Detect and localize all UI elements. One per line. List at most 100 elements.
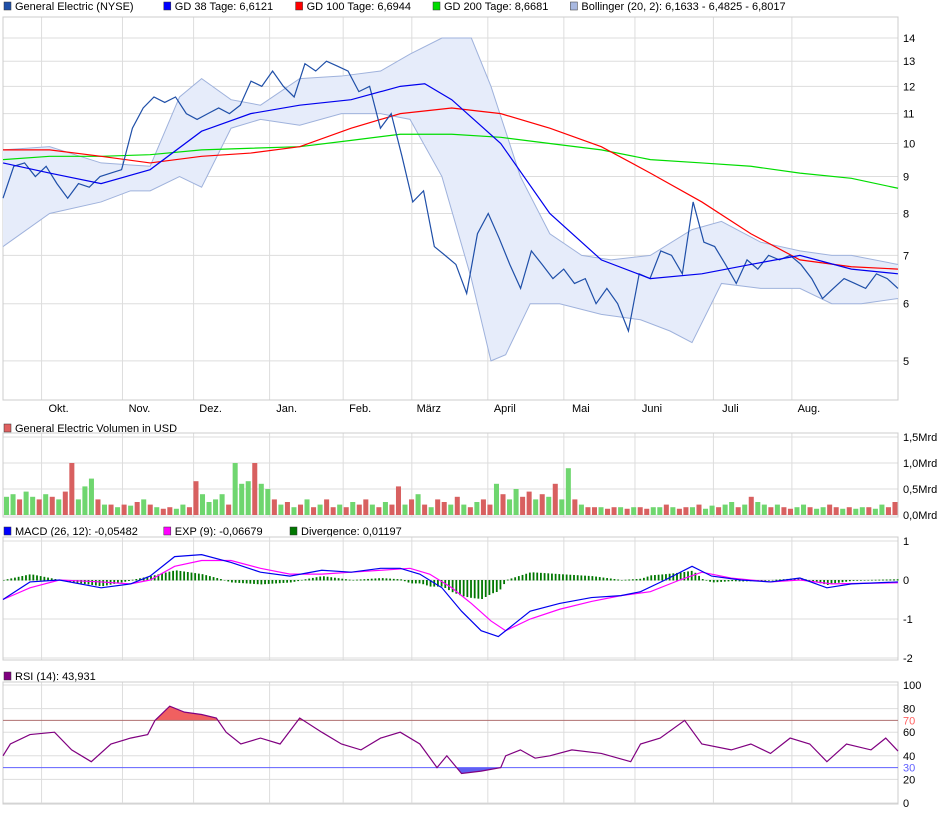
month-label: April [494,403,516,415]
divergence-bar [161,573,163,580]
divergence-bar [191,573,193,581]
volume-bar [109,505,114,515]
volume-bar [723,505,728,515]
volume-bar [337,505,342,515]
divergence-bar [253,580,255,584]
divergence-bar [386,578,388,580]
divergence-bar [731,580,733,581]
divergence-bar [735,580,737,581]
divergence-bar [566,575,568,581]
divergence-bar [511,578,513,580]
volume-bar [69,463,74,515]
divergence-bar [404,580,406,581]
divergence-bar [772,580,774,581]
divergence-bar [249,580,251,584]
volume-bar [4,497,9,515]
legend-rsi-label: RSI (14): 43,931 [15,671,96,683]
volume-bar [128,506,133,515]
volume-bar [161,509,166,515]
divergence-bar [588,576,590,581]
volume-bar [17,499,22,515]
volume-bar [311,507,316,515]
volume-bar [598,507,603,515]
divergence-bar [272,580,274,584]
divergence-bar [312,578,314,581]
volume-bar [95,499,100,515]
volume-bar [468,507,473,515]
volume-tick-label: 1,5Mrd [903,432,937,444]
divergence-bar [319,577,321,581]
divergence-bar [584,576,586,581]
volume-bar [559,499,564,515]
divergence-bar [316,577,318,580]
volume-bar [520,497,525,515]
divergence-bar [330,577,332,580]
volume-bar [357,505,362,515]
divergence-bar [485,580,487,597]
legend-main-swatch [570,2,577,10]
divergence-bar [827,580,829,585]
volume-bar [494,484,499,515]
divergence-bar [411,580,413,583]
divergence-bar [621,580,623,581]
divergence-bar [305,579,307,580]
volume-bar [514,489,519,515]
legend-main-label: GD 100 Tage: 6,6944 [307,1,411,13]
price-tick-label: 14 [903,33,915,45]
divergence-bar [25,575,27,580]
divergence-bar [374,578,376,580]
divergence-bar [36,575,38,580]
volume-bar [455,497,460,515]
divergence-bar [308,579,310,581]
volume-bar [775,505,780,515]
divergence-bar [102,580,104,586]
month-label: Jan. [276,403,297,415]
divergence-bar [220,579,222,580]
legend-macd-label: MACD (26, 12): -0,05482 [15,526,138,538]
volume-bar [305,499,310,515]
volume-bar [291,507,296,515]
volume-bar [82,486,87,515]
divergence-bar [845,580,847,582]
macd-tick-label: 0 [903,575,909,587]
divergence-bar [194,573,196,580]
divergence-bar [124,580,126,582]
divergence-bar [474,580,476,598]
divergence-bar [775,580,777,581]
volume-bar [174,509,179,515]
divergence-bar [577,575,579,580]
volume-tick-label: 0,5Mrd [903,484,937,496]
divergence-bar [702,579,704,580]
divergence-bar [842,580,844,582]
divergence-bar [21,576,23,580]
volume-bar [585,507,590,515]
rsi-overbought-fill [3,706,898,773]
volume-bar [141,499,146,515]
price-tick-label: 8 [903,208,909,220]
divergence-bar [257,580,259,584]
volume-bar [187,507,192,515]
divergence-bar [356,580,358,581]
divergence-bar [345,579,347,580]
divergence-bar [378,578,380,580]
volume-bar [89,479,94,515]
volume-tick-label: 0,0Mrd [903,510,937,522]
divergence-bar [242,580,244,583]
divergence-bar [547,573,549,580]
divergence-bar [338,578,340,580]
divergence-bar [647,577,649,581]
divergence-bar [268,580,270,584]
legend-main-label: General Electric (NYSE) [15,1,134,13]
volume-bar [605,509,610,515]
divergence-bar [540,573,542,581]
volume-bar [226,505,231,515]
month-label: Okt. [48,403,68,415]
legend-main-label: GD 38 Tage: 6,6121 [175,1,273,13]
divergence-bar [886,580,888,581]
volume-bar [631,507,636,515]
price-tick-label: 5 [903,356,909,368]
legend-macd-swatch [4,527,11,535]
volume-bar [167,507,172,515]
divergence-bar [864,580,866,581]
divergence-bar [628,580,630,581]
